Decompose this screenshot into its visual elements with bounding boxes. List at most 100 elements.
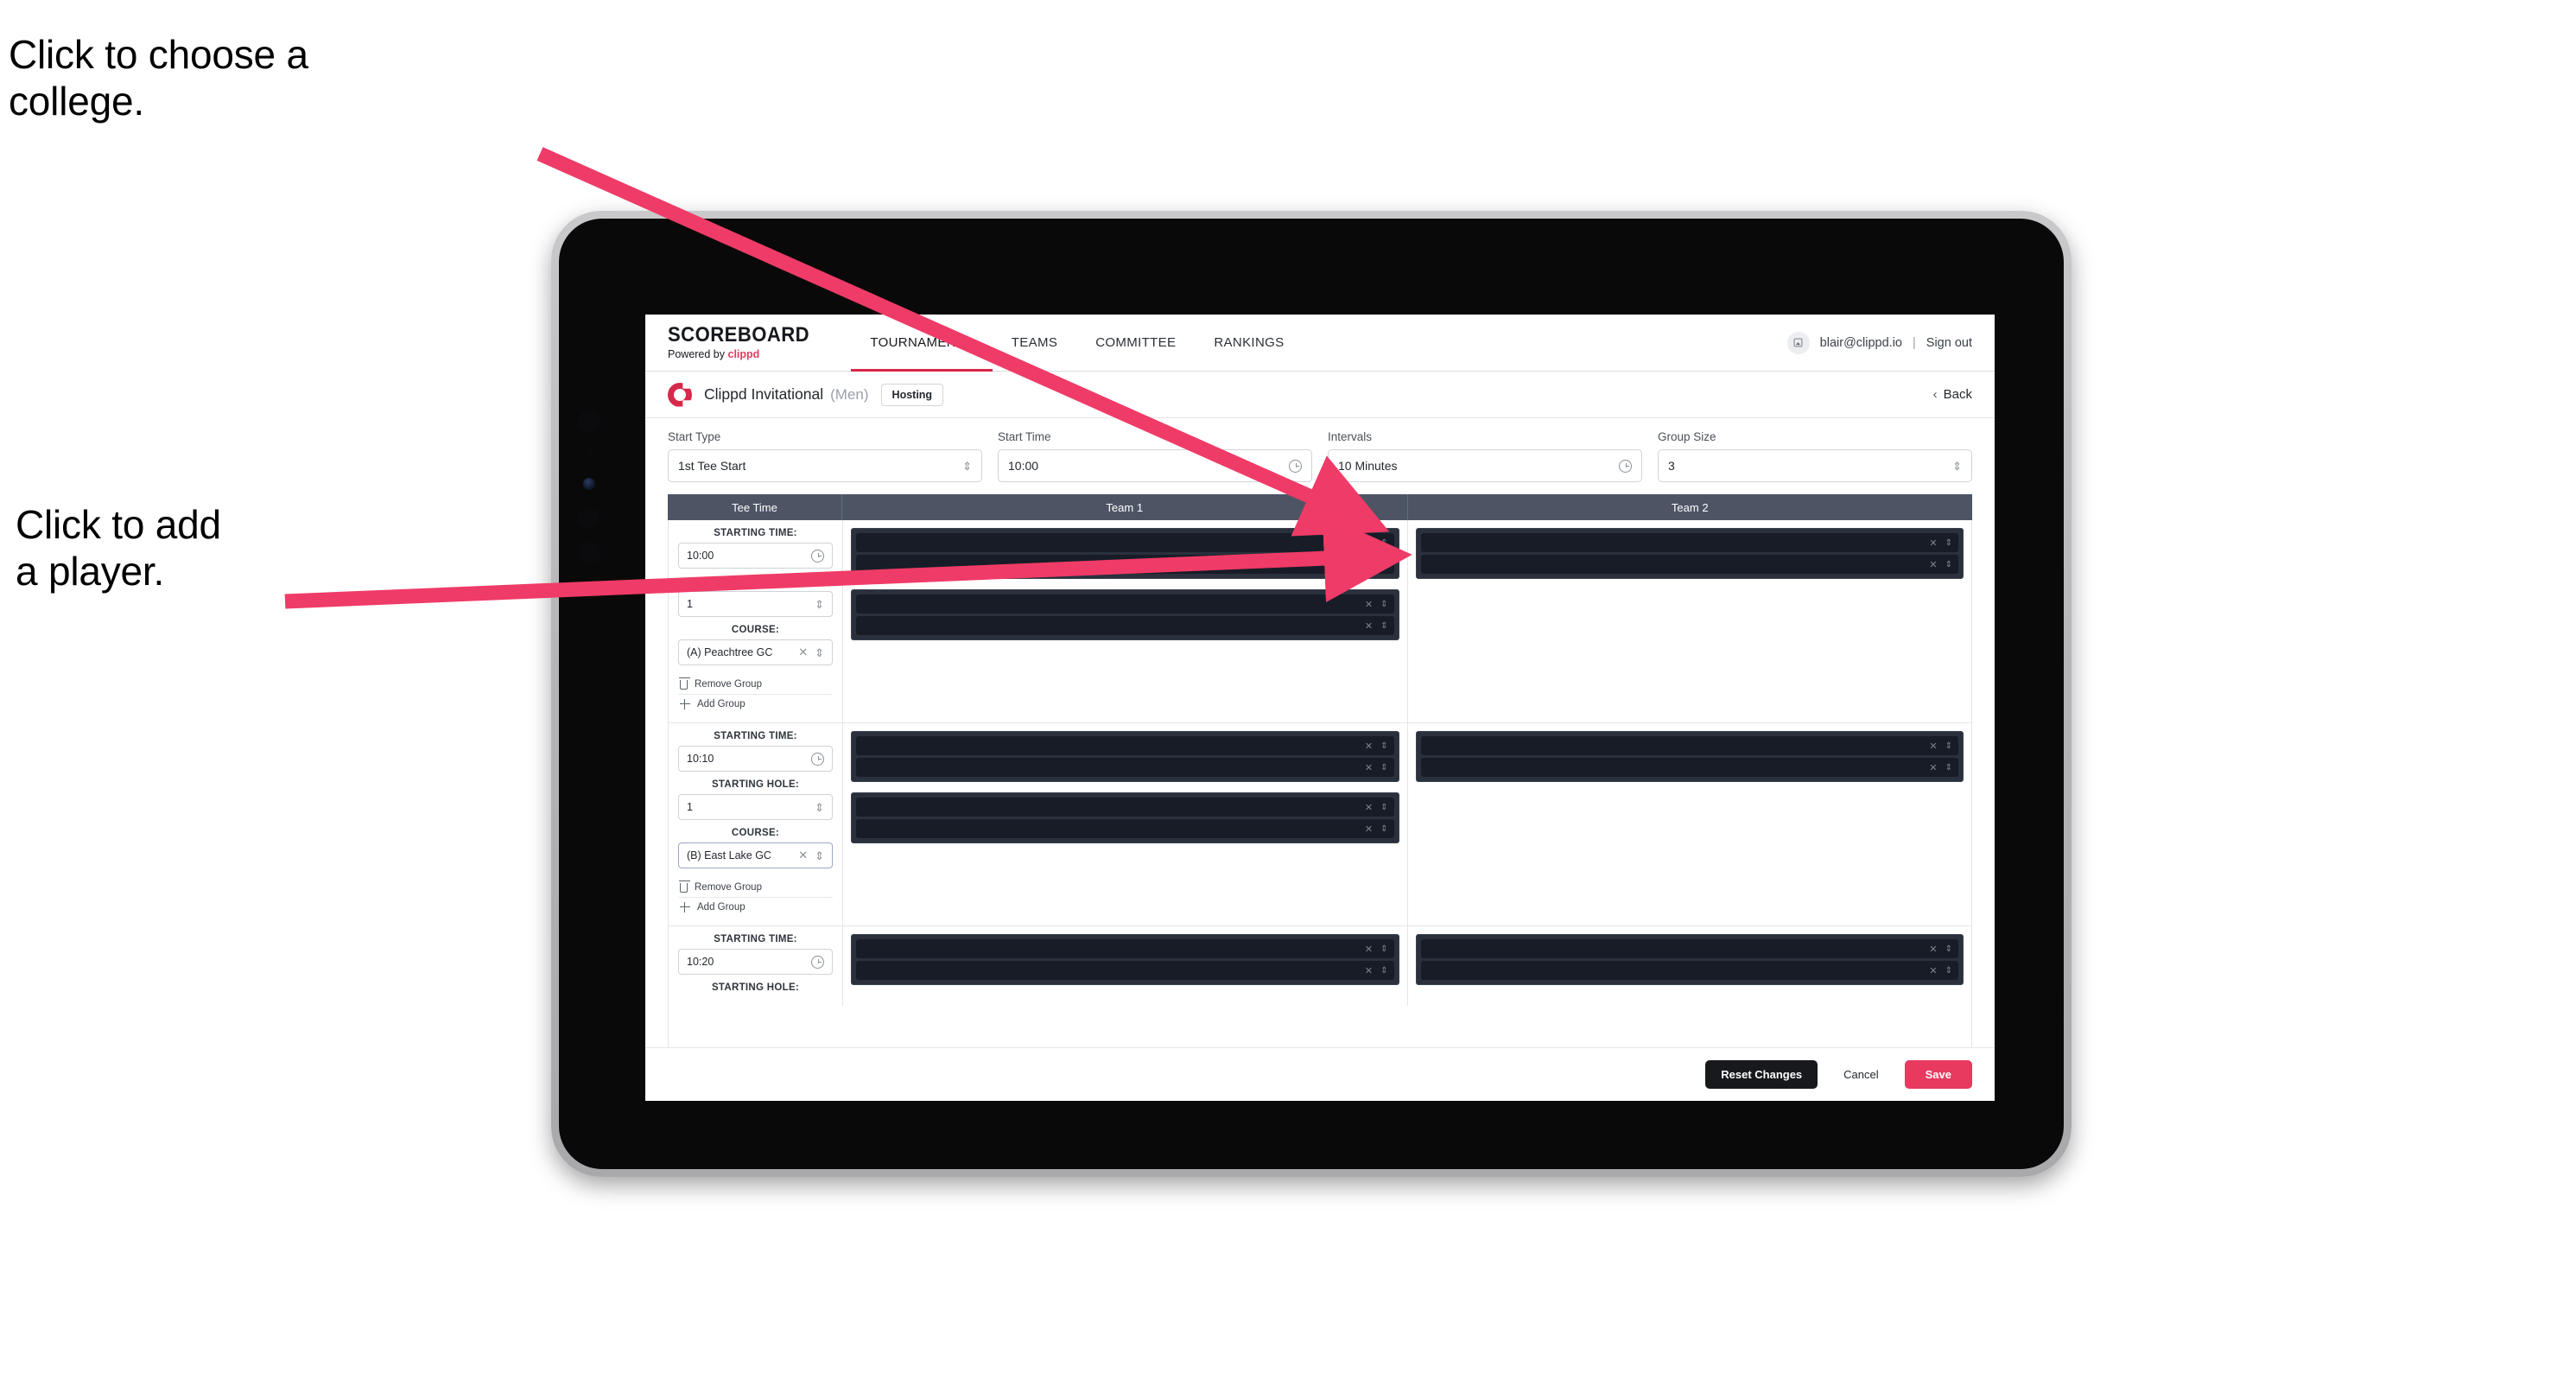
- field-start-type: Start Type 1st Tee Start ⇕: [668, 430, 982, 482]
- stepper-icon: ⇕: [1952, 459, 1962, 473]
- close-x-icon[interactable]: ✕: [1365, 823, 1373, 835]
- close-x-icon[interactable]: ✕: [1929, 559, 1937, 570]
- settings-controls-row: Start Type 1st Tee Start ⇕ Start Time 10…: [645, 418, 1995, 491]
- stepper-icon: ⇕: [815, 597, 824, 611]
- stepper-icon: ⇕: [1380, 599, 1388, 609]
- team-2-cell: ✕ ⇕ ✕ ⇕: [1408, 926, 1972, 1006]
- stepper-icon: ⇕: [1380, 802, 1388, 812]
- hosting-badge: Hosting: [880, 383, 944, 406]
- player-group-block[interactable]: ✕ ⇕ ✕ ⇕: [851, 934, 1399, 985]
- tab-tournaments[interactable]: TOURNAMENTS: [851, 315, 993, 372]
- camera-dot-1: [578, 410, 600, 433]
- camera-dot-3: [578, 507, 599, 528]
- add-group-label: Add Group: [697, 699, 746, 709]
- stepper-icon: ⇕: [1945, 944, 1952, 954]
- close-x-icon[interactable]: ✕: [1365, 965, 1373, 976]
- stepper-icon: ⇕: [1380, 965, 1388, 976]
- player-row[interactable]: ✕ ⇕: [856, 555, 1394, 574]
- stepper-icon: ⇕: [962, 459, 972, 473]
- starting-hole-input[interactable]: 1 ⇕: [678, 591, 833, 617]
- table-row: STARTING TIME: 10:00 STARTING HOLE: 1 ⇕: [669, 520, 1971, 723]
- player-group-block[interactable]: ✕ ⇕ ✕ ⇕: [1415, 528, 1964, 579]
- course-select[interactable]: (A) Peachtree GC ✕ ⇕: [678, 639, 833, 665]
- group-size-select[interactable]: 3 ⇕: [1658, 449, 1972, 482]
- clock-icon: [1289, 459, 1302, 473]
- reset-changes-button[interactable]: Reset Changes: [1705, 1060, 1818, 1089]
- player-row[interactable]: ✕ ⇕: [1420, 555, 1958, 574]
- stepper-icon: ⇕: [1945, 559, 1952, 569]
- start-time-input[interactable]: 10:00: [998, 449, 1312, 482]
- player-row[interactable]: ✕ ⇕: [1420, 736, 1958, 755]
- close-x-icon[interactable]: ✕: [1929, 741, 1937, 752]
- annotation-choose-college: Click to choose a college.: [9, 32, 308, 124]
- remove-group-button[interactable]: Remove Group: [678, 878, 833, 898]
- tab-committee[interactable]: COMMITTEE: [1076, 315, 1195, 371]
- add-group-button[interactable]: Add Group: [678, 898, 833, 917]
- course-select[interactable]: (B) East Lake GC ✕ ⇕: [678, 842, 833, 868]
- table-row: STARTING TIME: 10:10 STARTING HOLE: 1 ⇕: [669, 723, 1971, 926]
- remove-group-label: Remove Group: [695, 679, 762, 690]
- player-row[interactable]: ✕ ⇕: [856, 736, 1394, 755]
- cancel-button[interactable]: Cancel: [1833, 1060, 1888, 1089]
- close-x-icon[interactable]: ✕: [1929, 944, 1937, 955]
- save-button[interactable]: Save: [1904, 1060, 1972, 1089]
- player-group-block[interactable]: ✕ ⇕ ✕ ⇕: [851, 792, 1399, 843]
- close-x-icon[interactable]: ✕: [1365, 741, 1373, 752]
- player-group-block[interactable]: ✕ ⇕ ✕ ⇕: [1415, 934, 1964, 985]
- close-x-icon[interactable]: ✕: [1365, 599, 1373, 610]
- close-x-icon[interactable]: ✕: [798, 849, 808, 862]
- group-actions: Remove Group Add Group: [678, 878, 833, 917]
- player-row[interactable]: ✕ ⇕: [1420, 758, 1958, 777]
- player-row[interactable]: ✕ ⇕: [856, 819, 1394, 838]
- start-type-select[interactable]: 1st Tee Start ⇕: [668, 449, 982, 482]
- tab-rankings[interactable]: RANKINGS: [1195, 315, 1303, 371]
- player-group-block[interactable]: ✕ ⇕ ✕ ⇕: [851, 589, 1399, 640]
- player-row[interactable]: ✕ ⇕: [1420, 533, 1958, 552]
- player-row[interactable]: ✕ ⇕: [1420, 939, 1958, 958]
- brand-subtitle: Powered by clippd: [668, 349, 822, 360]
- player-group-block[interactable]: ✕ ⇕ ✕ ⇕: [851, 528, 1399, 579]
- group-size-value: 3: [1668, 459, 1675, 473]
- player-row[interactable]: ✕ ⇕: [1420, 961, 1958, 980]
- close-x-icon[interactable]: ✕: [1365, 620, 1373, 632]
- player-group-block[interactable]: ✕ ⇕ ✕ ⇕: [851, 731, 1399, 782]
- close-x-icon[interactable]: ✕: [1929, 965, 1937, 976]
- close-x-icon[interactable]: ✕: [1365, 802, 1373, 813]
- user-avatar-icon[interactable]: [1786, 331, 1810, 354]
- player-group-block[interactable]: ✕ ⇕ ✕ ⇕: [1415, 731, 1964, 782]
- player-row[interactable]: ✕ ⇕: [856, 758, 1394, 777]
- brand-logo[interactable]: SCOREBOARD Powered by clippd: [645, 315, 841, 371]
- starting-time-input[interactable]: 10:20: [678, 949, 833, 975]
- tee-time-cell: STARTING TIME: 10:20 STARTING HOLE:: [669, 926, 843, 1006]
- close-x-icon[interactable]: ✕: [1365, 762, 1373, 773]
- close-x-icon[interactable]: ✕: [798, 645, 808, 659]
- remove-group-label: Remove Group: [695, 882, 762, 893]
- close-x-icon[interactable]: ✕: [1365, 559, 1373, 570]
- add-group-button[interactable]: Add Group: [678, 695, 833, 714]
- tablet-device-frame: SCOREBOARD Powered by clippd TOURNAMENTS…: [551, 211, 2072, 1177]
- close-x-icon[interactable]: ✕: [1929, 762, 1937, 773]
- starting-time-input[interactable]: 10:10: [678, 746, 833, 772]
- tournament-name: Clippd Invitational: [704, 385, 824, 403]
- clock-icon: [811, 752, 824, 766]
- close-x-icon[interactable]: ✕: [1929, 537, 1937, 549]
- player-row[interactable]: ✕ ⇕: [856, 533, 1394, 552]
- back-button[interactable]: ‹ Back: [1933, 387, 1972, 402]
- close-x-icon[interactable]: ✕: [1365, 944, 1373, 955]
- starting-hole-input[interactable]: 1 ⇕: [678, 794, 833, 820]
- intervals-input[interactable]: 10 Minutes: [1328, 449, 1642, 482]
- player-row[interactable]: ✕ ⇕: [856, 594, 1394, 614]
- column-header-team-1: Team 1: [842, 494, 1408, 520]
- clock-icon: [811, 955, 824, 969]
- player-row[interactable]: ✕ ⇕: [856, 939, 1394, 958]
- close-x-icon[interactable]: ✕: [1365, 537, 1373, 549]
- starting-time-input[interactable]: 10:00: [678, 543, 833, 569]
- remove-group-button[interactable]: Remove Group: [678, 675, 833, 695]
- player-row[interactable]: ✕ ⇕: [856, 798, 1394, 817]
- tab-teams[interactable]: TEAMS: [993, 315, 1076, 371]
- sign-out-link[interactable]: Sign out: [1926, 336, 1972, 350]
- starting-hole-label: STARTING HOLE:: [711, 576, 800, 587]
- player-row[interactable]: ✕ ⇕: [856, 616, 1394, 635]
- player-row[interactable]: ✕ ⇕: [856, 961, 1394, 980]
- team-2-cell: ✕ ⇕ ✕ ⇕: [1408, 723, 1972, 925]
